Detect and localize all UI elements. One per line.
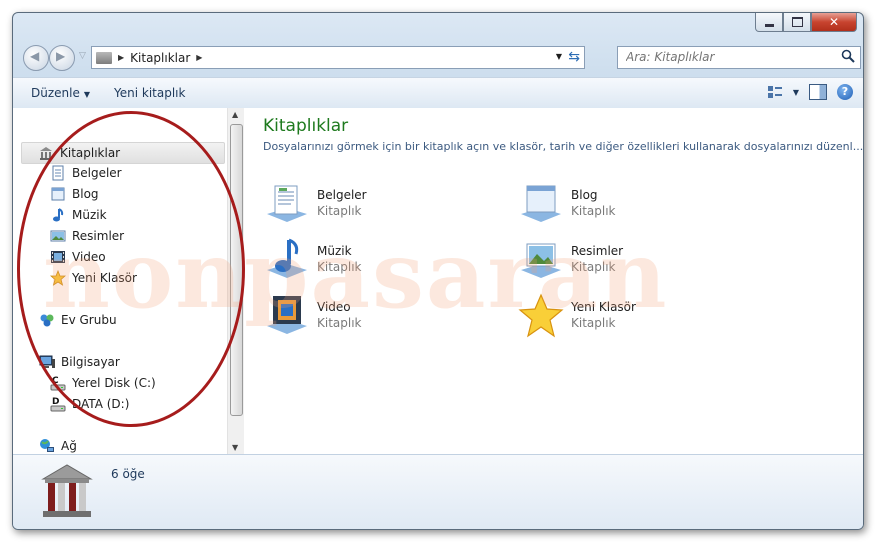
search-box[interactable]: [617, 46, 861, 69]
search-icon[interactable]: [841, 49, 855, 63]
back-arrow-icon: ◀: [30, 49, 40, 63]
sidebar-item-network[interactable]: Ağ: [39, 436, 77, 456]
close-icon: ✕: [828, 15, 840, 29]
breadcrumb-separator-icon[interactable]: ▶: [118, 53, 124, 62]
minimize-icon: [764, 23, 774, 27]
explorer-window: ✕ ◀ ▶ ▽ ▶ Kitaplıklar ▶ ▼ ⇆ Düzenle▼ Yen…: [12, 12, 864, 530]
scroll-down-icon[interactable]: ▼: [232, 443, 238, 452]
network-icon: [40, 439, 54, 452]
preview-pane-icon[interactable]: [809, 84, 827, 100]
breadcrumb-separator-icon[interactable]: ▶: [196, 53, 202, 62]
caption-buttons: ✕: [755, 13, 857, 32]
forward-arrow-icon: ▶: [56, 49, 66, 63]
details-pane: 6 öğe: [13, 454, 863, 529]
chevron-down-icon: ▼: [83, 90, 91, 99]
view-options-dropdown-icon[interactable]: ▼: [793, 88, 799, 97]
organize-label: Düzenle: [31, 86, 80, 100]
scroll-up-icon[interactable]: ▲: [232, 110, 238, 119]
page-title: Kitaplıklar: [263, 116, 349, 136]
help-icon[interactable]: ?: [837, 84, 853, 100]
page-description: Dosyalarınızı görmek için bir kitaplık a…: [263, 140, 864, 153]
maximize-icon: [791, 17, 803, 27]
minimize-button[interactable]: [755, 13, 783, 32]
command-bar: Düzenle ▼ Yeni kitaplık ▼ ?: [13, 77, 863, 109]
library-name: Belgeler: [317, 188, 367, 202]
address-dropdown-icon[interactable]: ▼: [556, 52, 562, 61]
toolbar-right: ▼ ?: [767, 84, 853, 100]
search-input[interactable]: [624, 47, 833, 67]
refresh-icon[interactable]: ⇆: [568, 49, 580, 65]
new-library-button[interactable]: Yeni kitaplık: [108, 83, 191, 103]
library-kind: Kitaplık: [571, 204, 616, 218]
change-view-icon[interactable]: [767, 85, 783, 99]
libraries-icon: [41, 464, 93, 517]
forward-button[interactable]: ▶: [49, 45, 75, 71]
breadcrumb-libraries[interactable]: Kitaplıklar: [130, 51, 190, 65]
close-button[interactable]: ✕: [811, 13, 857, 32]
back-button[interactable]: ◀: [23, 45, 49, 71]
maximize-button[interactable]: [783, 13, 811, 32]
annotation-ellipse: [17, 111, 245, 427]
library-kind: Kitaplık: [317, 204, 362, 218]
sidebar-item-label: Ağ: [61, 439, 77, 453]
recent-pages-dropdown-icon[interactable]: ▽: [79, 51, 86, 61]
address-bar[interactable]: ▶ Kitaplıklar ▶ ▼ ⇆: [91, 46, 585, 69]
drive-d-icon: D: [50, 397, 66, 412]
address-row: ◀ ▶ ▽ ▶ Kitaplıklar ▶ ▼ ⇆: [21, 43, 861, 71]
organize-button[interactable]: Düzenle ▼: [25, 83, 96, 103]
libraries-icon: [96, 51, 112, 64]
item-count: 6 öğe: [111, 467, 145, 481]
library-name: Blog: [571, 188, 598, 202]
